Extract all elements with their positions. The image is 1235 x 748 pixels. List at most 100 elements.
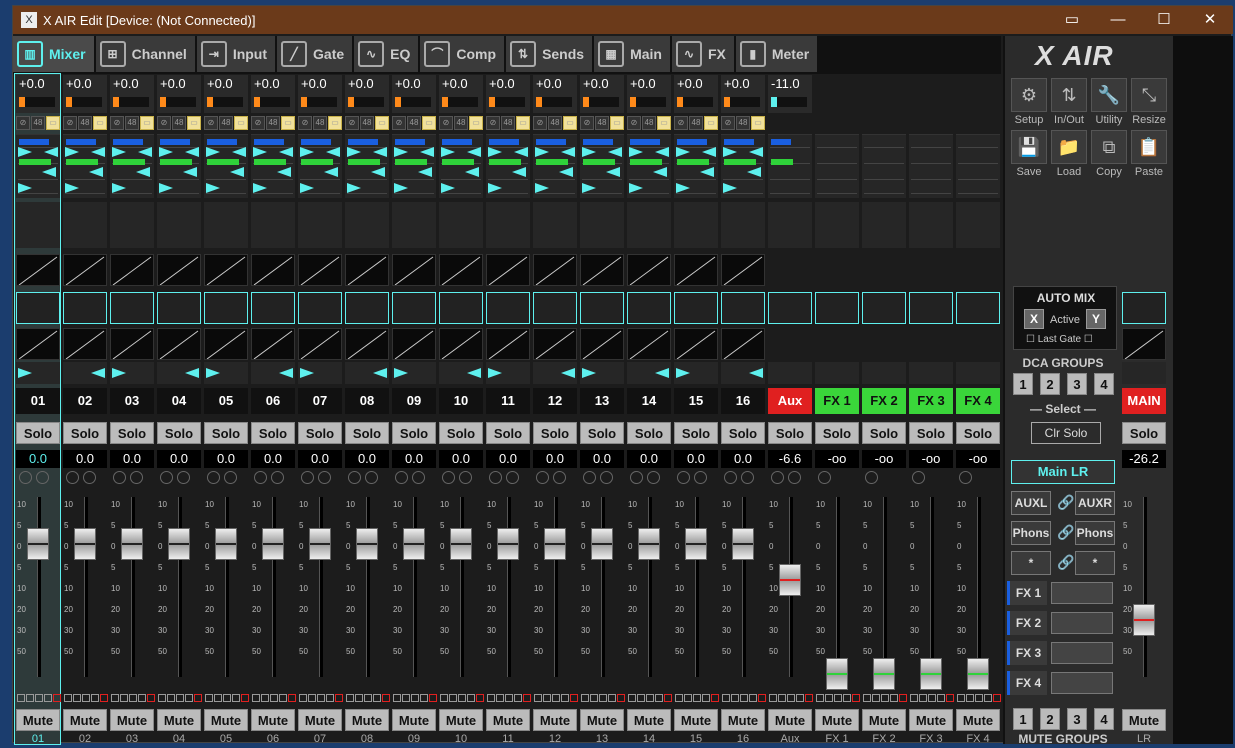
phantom-48-button[interactable]: 48	[313, 116, 327, 130]
bus-square[interactable]	[863, 694, 871, 702]
link-button[interactable]: ▭	[422, 116, 436, 130]
bus-square[interactable]	[429, 694, 437, 702]
gain-control[interactable]: +0.0	[486, 75, 530, 113]
phantom-48-button[interactable]: 48	[407, 116, 421, 130]
pan-control[interactable]	[204, 362, 248, 384]
insert-box[interactable]	[298, 292, 342, 324]
pan-control[interactable]	[580, 362, 624, 384]
bus-square[interactable]	[702, 694, 710, 702]
pan-control[interactable]	[63, 362, 107, 384]
bus-square[interactable]	[543, 694, 551, 702]
mute-button[interactable]: Mute	[580, 709, 624, 731]
eq-display[interactable]	[486, 134, 530, 198]
fx-thumbnail[interactable]	[1051, 582, 1113, 604]
channel-name[interactable]: FX 4	[956, 388, 1000, 414]
bus-square[interactable]	[590, 694, 598, 702]
link-icon[interactable]: 🔗	[1057, 524, 1074, 541]
mute-button[interactable]: Mute	[862, 709, 906, 731]
gain-control[interactable]: +0.0	[533, 75, 577, 113]
solo-button[interactable]: Solo	[721, 422, 765, 444]
fader-handle[interactable]	[168, 528, 190, 560]
channel-name[interactable]: 09	[392, 388, 436, 414]
maximize-button[interactable]: ☐	[1141, 6, 1187, 34]
channel-name[interactable]: 11	[486, 388, 530, 414]
phantom-48-button[interactable]: 48	[172, 116, 186, 130]
bus-square[interactable]	[514, 694, 522, 702]
phase-button[interactable]: ⊘	[580, 116, 594, 130]
comp-curve[interactable]	[157, 328, 201, 360]
phase-button[interactable]: ⊘	[63, 116, 77, 130]
pan-control[interactable]	[157, 362, 201, 384]
tab-channel[interactable]: ⊞ Channel	[95, 36, 195, 72]
auxr-button[interactable]: AUXR	[1075, 491, 1115, 515]
mute-button[interactable]: Mute	[533, 709, 577, 731]
channel-name[interactable]: 05	[204, 388, 248, 414]
tab-gate[interactable]: ╱ Gate	[277, 36, 353, 72]
bus-square[interactable]	[769, 694, 777, 702]
bus-square[interactable]	[44, 694, 52, 702]
last-gate-checkbox[interactable]: ☐ Last Gate ☐	[1026, 334, 1093, 345]
solo-button[interactable]: Solo	[63, 422, 107, 444]
bus-square[interactable]	[581, 694, 589, 702]
master-pan-control[interactable]	[1122, 362, 1166, 384]
gate-curve[interactable]	[157, 254, 201, 286]
phantom-48-button[interactable]: 48	[125, 116, 139, 130]
gate-curve[interactable]	[486, 254, 530, 286]
insert-box[interactable]	[956, 292, 1000, 324]
bus-square[interactable]	[346, 694, 354, 702]
dca-button-4[interactable]: 4	[1094, 373, 1114, 395]
channel-name[interactable]: 01	[16, 388, 60, 414]
bus-square[interactable]	[17, 694, 25, 702]
solo-button[interactable]: Solo	[110, 422, 154, 444]
tab-comp[interactable]: ⌒ Comp	[420, 36, 505, 72]
solo-button[interactable]: Solo	[533, 422, 577, 444]
bus-square[interactable]	[993, 694, 1001, 702]
fader-handle[interactable]	[74, 528, 96, 560]
bus-square[interactable]	[646, 694, 654, 702]
pan-control[interactable]	[815, 362, 859, 384]
fx-thumbnail[interactable]	[1051, 672, 1113, 694]
fader-handle[interactable]	[215, 528, 237, 560]
fx-thumbnail[interactable]	[1051, 612, 1113, 634]
comp-curve[interactable]	[110, 328, 154, 360]
bus-square[interactable]	[984, 694, 992, 702]
dynamics-display[interactable]	[157, 202, 201, 248]
eq-display[interactable]	[345, 134, 389, 198]
master-insert-box[interactable]	[1122, 292, 1166, 324]
bus-square[interactable]	[382, 694, 390, 702]
bus-square[interactable]	[749, 694, 757, 702]
snap-icon[interactable]: ▭	[1049, 6, 1095, 34]
link-button[interactable]: ▭	[140, 116, 154, 130]
dynamics-display[interactable]	[298, 202, 342, 248]
bus-square[interactable]	[35, 694, 43, 702]
star-right-button[interactable]: *	[1075, 551, 1115, 575]
bus-square[interactable]	[758, 694, 766, 702]
mute-group-button-1[interactable]: 1	[1013, 708, 1033, 730]
fader-handle[interactable]	[732, 528, 754, 560]
pan-control[interactable]	[862, 362, 906, 384]
tab-eq[interactable]: ∿ EQ	[354, 36, 419, 72]
bus-square[interactable]	[214, 694, 222, 702]
mute-button[interactable]: Mute	[439, 709, 483, 731]
pan-control[interactable]	[345, 362, 389, 384]
eq-display[interactable]	[16, 134, 60, 198]
channel-name[interactable]: 13	[580, 388, 624, 414]
comp-curve[interactable]	[251, 328, 295, 360]
pan-control[interactable]	[674, 362, 718, 384]
fx-slot-button[interactable]: FX 3	[1007, 641, 1047, 665]
bus-square[interactable]	[608, 694, 616, 702]
gate-curve[interactable]	[439, 254, 483, 286]
link-button[interactable]: ▭	[516, 116, 530, 130]
fader-handle[interactable]	[591, 528, 613, 560]
dynamics-display[interactable]	[721, 202, 765, 248]
bus-square[interactable]	[684, 694, 692, 702]
gain-control[interactable]: +0.0	[345, 75, 389, 113]
dynamics-display[interactable]	[815, 202, 859, 248]
bus-square[interactable]	[261, 694, 269, 702]
clr-solo-button[interactable]: Clr Solo	[1031, 422, 1101, 444]
tab-sends[interactable]: ⇅ Sends	[506, 36, 593, 72]
solo-button[interactable]: Solo	[815, 422, 859, 444]
gate-curve[interactable]	[345, 254, 389, 286]
bus-square[interactable]	[335, 694, 343, 702]
bus-square[interactable]	[796, 694, 804, 702]
